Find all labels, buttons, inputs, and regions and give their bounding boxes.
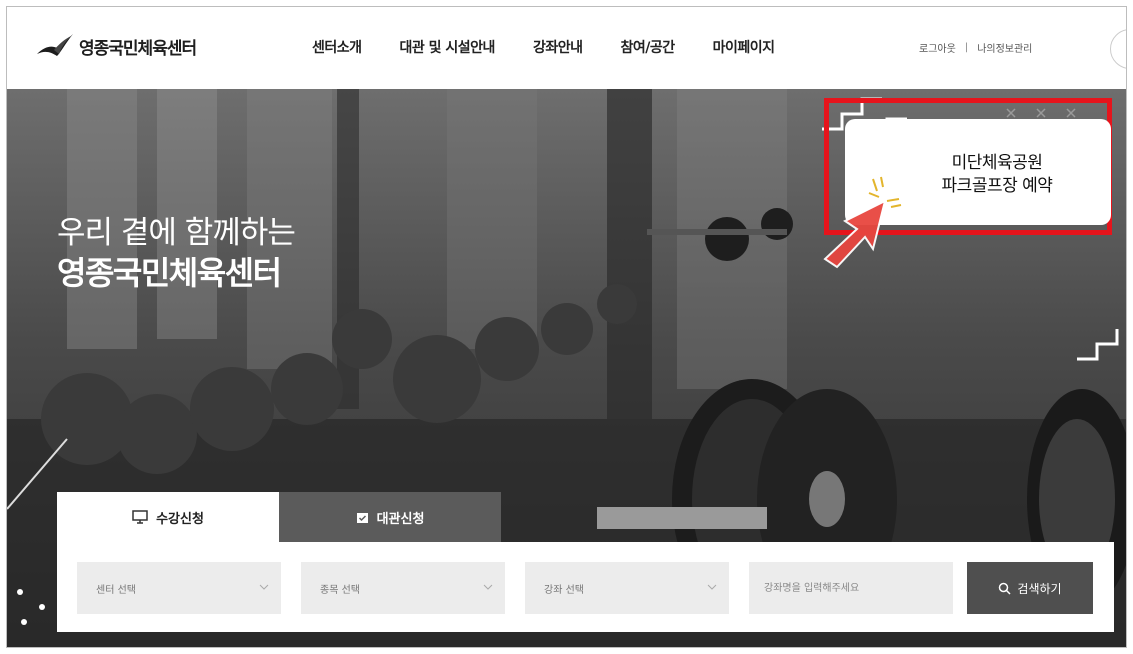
main-nav: 센터소개 대관 및 시설안내 강좌안내 참여/공간 마이페이지 xyxy=(312,37,813,57)
sport-select-value: 종목 선택 xyxy=(320,585,360,596)
hero-title: 우리 곁에 함께하는 영종국민체육센터 xyxy=(57,213,296,293)
site-logo[interactable]: 영종국민체육센터 xyxy=(35,32,197,60)
nav-courses[interactable]: 강좌안내 xyxy=(533,37,583,57)
pointer-arrow-icon xyxy=(823,199,887,269)
nav-mypage[interactable]: 마이페이지 xyxy=(713,37,775,57)
utility-links: 로그아웃 | 나의정보관리 xyxy=(919,40,1032,55)
search-button[interactable]: 검색하기 xyxy=(967,562,1093,614)
hero-title-line2: 영종국민체육센터 xyxy=(57,254,282,292)
course-search-panel: 센터 선택 종목 선택 강좌 선택 검색하기 xyxy=(57,542,1114,632)
slider-dot[interactable] xyxy=(39,604,45,610)
tab-course-registration[interactable]: 수강신청 xyxy=(57,492,279,542)
nav-rental-facilities[interactable]: 대관 및 시설안내 xyxy=(400,37,496,57)
hero-title-line1: 우리 곁에 함께하는 xyxy=(57,215,296,251)
promo-line1: 미단체육공원 xyxy=(951,153,1043,173)
logo-swoosh-icon xyxy=(37,34,73,56)
center-select-value: 센터 선택 xyxy=(96,585,136,596)
chevron-down-icon xyxy=(707,584,717,590)
course-keyword-input[interactable] xyxy=(749,562,953,614)
site-header: 영종국민체육센터 센터소개 대관 및 시설안내 강좌안내 참여/공간 마이페이지… xyxy=(7,7,1126,89)
calendar-check-icon xyxy=(356,512,368,523)
course-select-value: 강좌 선택 xyxy=(544,585,584,596)
slider-dot[interactable] xyxy=(17,589,23,595)
search-icon xyxy=(999,582,1011,595)
nav-participation[interactable]: 참여/공간 xyxy=(620,37,675,57)
tab-rental-application[interactable]: 대관신청 xyxy=(279,492,501,542)
sport-select[interactable]: 종목 선택 xyxy=(301,562,505,614)
my-info-link[interactable]: 나의정보관리 xyxy=(977,40,1032,55)
promo-line2: 파크골프장 예약 xyxy=(941,176,1053,196)
page-frame: 영종국민체육센터 센터소개 대관 및 시설안내 강좌안내 참여/공간 마이페이지… xyxy=(6,6,1127,648)
logout-link[interactable]: 로그아웃 xyxy=(919,40,956,55)
chevron-down-icon xyxy=(259,584,269,590)
center-select[interactable]: 센터 선택 xyxy=(77,562,281,614)
header-search-toggle[interactable] xyxy=(1110,29,1126,69)
slider-dot[interactable] xyxy=(21,619,27,625)
tab-course-label: 수강신청 xyxy=(156,511,204,527)
util-separator: | xyxy=(964,42,969,53)
course-select[interactable]: 강좌 선택 xyxy=(525,562,729,614)
chevron-down-icon xyxy=(483,584,493,590)
search-button-label: 검색하기 xyxy=(1017,581,1062,596)
logo-text: 영종국민체육센터 xyxy=(79,38,197,59)
monitor-icon xyxy=(132,510,148,524)
nav-center-intro[interactable]: 센터소개 xyxy=(312,37,362,57)
tab-rental-label: 대관신청 xyxy=(376,511,425,527)
